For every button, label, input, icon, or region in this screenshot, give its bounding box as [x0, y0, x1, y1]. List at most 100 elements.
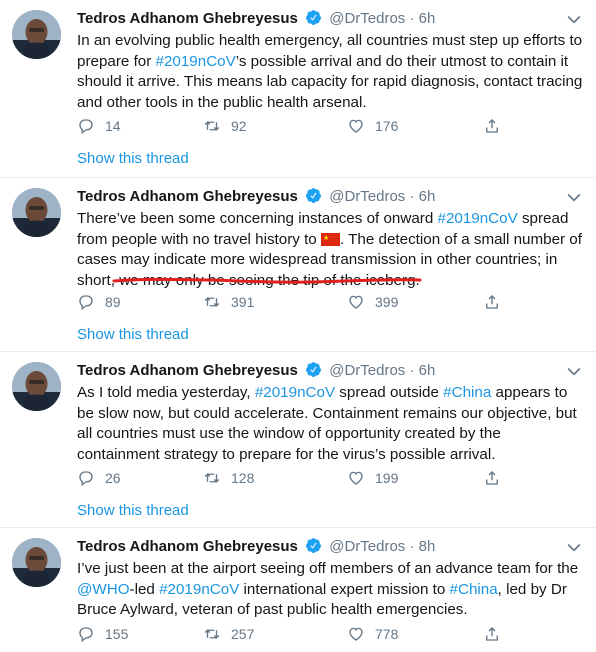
tweet-header: Tedros Adhanom Ghebreyesus @DrTedros · 6…: [77, 187, 435, 207]
avatar[interactable]: [12, 10, 61, 59]
tweet-text: There’ve been some concerning instances …: [77, 209, 583, 291]
share-button[interactable]: [483, 115, 511, 137]
author-handle[interactable]: @DrTedros: [329, 362, 405, 379]
avatar-photo: [12, 538, 61, 587]
avatar[interactable]: [12, 362, 61, 411]
tweet-header: Tedros Adhanom Ghebreyesus @DrTedros · 6…: [77, 361, 435, 381]
like-count: 399: [375, 294, 399, 310]
timestamp[interactable]: 6h: [419, 188, 436, 205]
reply-icon: [79, 471, 93, 487]
author-name[interactable]: Tedros Adhanom Ghebreyesus: [77, 10, 298, 27]
verified-badge-icon: [306, 188, 321, 203]
timestamp[interactable]: 8h: [419, 538, 436, 555]
avatar[interactable]: [12, 188, 61, 237]
tweet[interactable]: Tedros Adhanom Ghebreyesus @DrTedros · 6…: [0, 178, 596, 352]
retweet-count: 92: [231, 118, 247, 134]
avatar-photo: [12, 10, 61, 59]
share-button[interactable]: [483, 467, 511, 489]
author-name[interactable]: Tedros Adhanom Ghebreyesus: [77, 538, 298, 555]
avatar[interactable]: [12, 538, 61, 587]
author-name[interactable]: Tedros Adhanom Ghebreyesus: [77, 188, 298, 205]
share-icon: [486, 471, 498, 485]
like-button[interactable]: 399: [347, 291, 398, 313]
text-segment: I’ve just been at the airport seeing off…: [77, 560, 579, 577]
text-segment: -led: [129, 580, 160, 598]
show-thread-link[interactable]: Show this thread: [77, 326, 189, 343]
reply-count: 14: [105, 118, 121, 134]
show-thread-link[interactable]: Show this thread: [77, 150, 189, 167]
retweet-count: 128: [231, 470, 255, 486]
like-count: 199: [375, 470, 399, 486]
reply-button[interactable]: 26: [77, 467, 121, 489]
tweet[interactable]: Tedros Adhanom Ghebreyesus @DrTedros · 6…: [0, 352, 596, 528]
timestamp[interactable]: 6h: [419, 10, 436, 27]
text-segment: spread outside: [335, 384, 444, 401]
reply-button[interactable]: 155: [77, 623, 128, 645]
verified-badge-icon: [306, 362, 321, 377]
hashtag-link[interactable]: #2019nCoV: [438, 210, 518, 227]
chevron-down-icon[interactable]: [564, 537, 584, 557]
retweet-button[interactable]: 92: [203, 115, 247, 137]
like-button[interactable]: 778: [347, 623, 398, 645]
share-button[interactable]: [483, 291, 511, 313]
separator-dot: ·: [409, 538, 415, 555]
retweet-icon: [204, 629, 220, 639]
separator-dot: ·: [409, 188, 415, 205]
tweet[interactable]: Tedros Adhanom Ghebreyesus @DrTedros · 8…: [0, 528, 596, 652]
author-handle[interactable]: @DrTedros: [329, 188, 405, 205]
like-count: 176: [375, 118, 399, 134]
reply-button[interactable]: 89: [77, 291, 121, 313]
tweet-text: In an evolving public health emergency, …: [77, 31, 583, 113]
mention-link[interactable]: @WHO: [77, 581, 130, 598]
tweet-text: As I told media yesterday, #2019nCoV spr…: [77, 383, 583, 465]
reply-icon: [79, 119, 93, 135]
china-flag-icon: ★: [320, 232, 340, 246]
text-segment: As I told media yesterday,: [77, 384, 255, 401]
tweet-feed: Tedros Adhanom Ghebreyesus @DrTedros · 6…: [0, 0, 596, 652]
action-bar: 89 391 399: [77, 291, 507, 313]
share-icon: [486, 295, 498, 309]
tweet-header: Tedros Adhanom Ghebreyesus @DrTedros · 8…: [77, 537, 435, 557]
like-icon: [349, 119, 363, 133]
retweet-button[interactable]: 391: [203, 291, 254, 313]
share-button[interactable]: [483, 623, 511, 645]
avatar-photo: [12, 362, 61, 411]
separator-dot: ·: [409, 10, 415, 27]
tweet-header: Tedros Adhanom Ghebreyesus @DrTedros · 6…: [77, 9, 435, 29]
retweet-icon: [204, 297, 220, 307]
timestamp[interactable]: 6h: [419, 362, 436, 379]
text-segment: There’ve been some concerning instances …: [77, 210, 438, 227]
tweet[interactable]: Tedros Adhanom Ghebreyesus @DrTedros · 6…: [0, 0, 596, 178]
verified-badge-icon: [306, 10, 321, 25]
action-bar: 14 92 176: [77, 115, 507, 137]
retweet-button[interactable]: 257: [203, 623, 254, 645]
verified-badge-icon: [306, 538, 321, 553]
hashtag-link[interactable]: #China: [443, 384, 491, 401]
action-bar: 26 128 199: [77, 467, 507, 489]
like-icon: [349, 471, 363, 485]
chevron-down-icon[interactable]: [564, 361, 584, 381]
author-name[interactable]: Tedros Adhanom Ghebreyesus: [77, 362, 298, 379]
hashtag-link[interactable]: #2019nCoV: [255, 384, 335, 401]
hashtag-link[interactable]: #China: [450, 581, 498, 598]
separator-dot: ·: [409, 362, 415, 379]
hashtag-link[interactable]: #2019nCoV: [159, 581, 239, 598]
show-thread-link[interactable]: Show this thread: [77, 502, 189, 519]
reply-count: 155: [105, 626, 129, 642]
chevron-down-icon[interactable]: [564, 187, 584, 207]
author-handle[interactable]: @DrTedros: [329, 538, 405, 555]
reply-icon: [79, 627, 93, 643]
like-count: 778: [375, 626, 399, 642]
like-button[interactable]: 176: [347, 115, 398, 137]
retweet-count: 257: [231, 626, 255, 642]
reply-button[interactable]: 14: [77, 115, 121, 137]
hashtag-link[interactable]: #2019nCoV: [156, 53, 236, 70]
retweet-button[interactable]: 128: [203, 467, 254, 489]
author-handle[interactable]: @DrTedros: [329, 10, 405, 27]
action-bar: 155 257 778: [77, 623, 507, 645]
like-button[interactable]: 199: [347, 467, 398, 489]
tweet-text: I’ve just been at the airport seeing off…: [77, 559, 583, 621]
retweet-count: 391: [231, 294, 255, 310]
retweet-icon: [204, 473, 220, 483]
chevron-down-icon[interactable]: [564, 9, 584, 29]
